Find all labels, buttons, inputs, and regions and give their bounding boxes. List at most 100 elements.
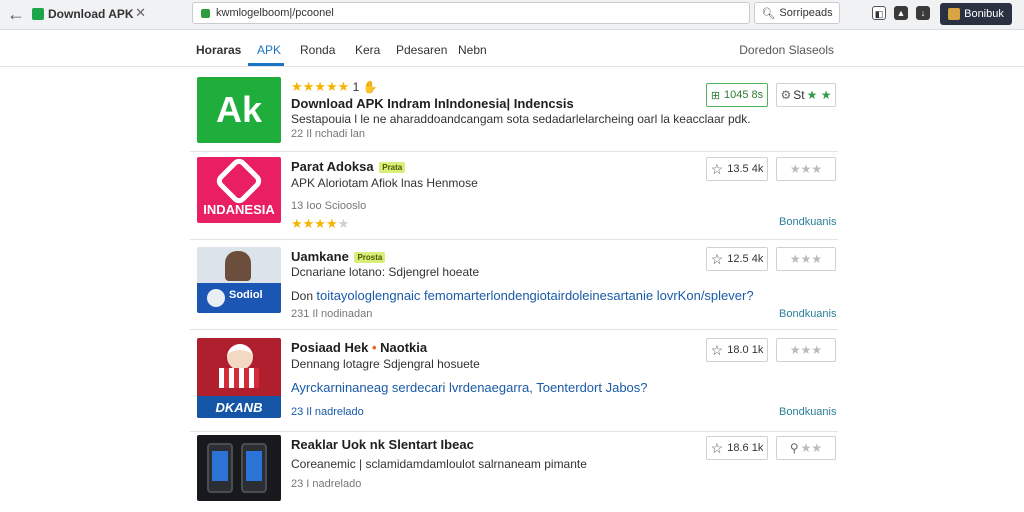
stars-on: ★★★★ bbox=[291, 216, 338, 231]
browser-toolbar: ← Download APK ✕ kwmlogelboom|/pcoonel 🔍… bbox=[0, 0, 1024, 30]
download-icon[interactable]: ↓ bbox=[916, 6, 930, 20]
list-item[interactable]: INDANESIA Parat Adoksa Prata APK Aloriot… bbox=[190, 152, 838, 240]
download-count-button[interactable]: ⊞ 1045 8s bbox=[706, 83, 768, 107]
app-title[interactable]: Reaklar Uok nk Slentart Ibeac bbox=[291, 437, 474, 452]
list-item[interactable]: Sodiol Uamkane Prosta Dcnariane lotano: … bbox=[190, 240, 838, 330]
person-image bbox=[227, 344, 253, 370]
app-thumbnail[interactable]: DKANB bbox=[197, 338, 281, 418]
rate-button[interactable]: ★★★ bbox=[776, 247, 836, 271]
nav-right-link[interactable]: Doredon Slaseols bbox=[739, 43, 834, 57]
active-tab-indicator bbox=[248, 63, 284, 66]
nav-item-apk[interactable]: APK bbox=[257, 43, 281, 57]
app-title[interactable]: Posiaad Hek • Naotkia bbox=[291, 340, 427, 355]
thumbnail-shirt bbox=[219, 368, 259, 388]
tab-close-icon[interactable]: ✕ bbox=[135, 5, 146, 21]
download-count-button[interactable]: ☆ 12.5 4k bbox=[706, 247, 768, 271]
app-title-suffix: Naotkia bbox=[380, 340, 428, 355]
download-count: 18.6 1k bbox=[727, 442, 764, 454]
star-outline-icon: ☆ bbox=[710, 250, 724, 267]
nav-item-pdesaren[interactable]: Pdesaren bbox=[396, 43, 447, 57]
app-title[interactable]: Download APK Indram lnIndonesia| Indencs… bbox=[291, 96, 574, 111]
star-outline-icon: ☆ bbox=[710, 341, 724, 358]
star-rating: ★★★★★ bbox=[291, 216, 349, 232]
rate-button[interactable]: ⚲ ★★ bbox=[776, 436, 836, 460]
nav-item-nebn[interactable]: Nebn bbox=[458, 43, 487, 57]
rate-button[interactable]: ★★★ bbox=[776, 338, 836, 362]
list-item[interactable]: Ak ★★★★★ 1 ✋ Download APK Indram lnIndon… bbox=[190, 70, 838, 152]
rate-stars: ★★ bbox=[800, 441, 823, 455]
address-text: kwmlogelboom|/pcoonel bbox=[216, 7, 334, 19]
download-count-button[interactable]: ☆ 13.5 4k bbox=[706, 157, 768, 181]
app-thumbnail[interactable]: Sodiol bbox=[197, 247, 281, 313]
category-nav: Horaras APK Ronda Kera Pdesaren Nebn Dor… bbox=[0, 31, 1024, 67]
app-title[interactable]: Parat Adoksa Prata bbox=[291, 159, 406, 174]
avatar bbox=[948, 8, 961, 20]
rate-stars: ★★★ bbox=[789, 162, 823, 176]
star-outline-icon: ☆ bbox=[710, 439, 724, 456]
pin-icon: ⚲ bbox=[789, 441, 799, 455]
rate-button[interactable]: ⚙ St ★ ★ bbox=[776, 83, 836, 107]
app-thumbnail[interactable]: INDANESIA bbox=[197, 157, 281, 223]
download-icon: ⊞ bbox=[710, 89, 721, 102]
tab-title: Download APK bbox=[48, 7, 134, 21]
app-description: Coreanemic | sclamidamdamloulot salrnane… bbox=[291, 457, 587, 471]
thumbnail-label: DKANB bbox=[215, 400, 263, 415]
nav-item-ronda[interactable]: Ronda bbox=[300, 43, 335, 57]
list-item[interactable]: Reaklar Uok nk Slentart Ibeac Coreanemic… bbox=[190, 432, 838, 502]
browser-tab[interactable]: Download APK ✕ bbox=[32, 3, 150, 25]
app-title-text: Posiaad Hek bbox=[291, 340, 369, 355]
bookmark-link[interactable]: Bondkuanis bbox=[779, 308, 837, 320]
app-meta: 22 Il nchadi lan bbox=[291, 128, 365, 140]
search-label: Sorripeads bbox=[779, 7, 833, 19]
dot-icon: • bbox=[371, 340, 377, 355]
settings-icon: ⚙ bbox=[780, 88, 792, 102]
star-icon: ★ ★ bbox=[806, 88, 832, 102]
tab-favicon-icon bbox=[32, 8, 44, 20]
list-item[interactable]: DKANB Posiaad Hek • Naotkia Dennang lota… bbox=[190, 330, 838, 432]
search-button[interactable]: 🔍︎ Sorripeads bbox=[754, 2, 840, 24]
profile-button[interactable]: Bonibuk bbox=[940, 3, 1012, 25]
rating-count: 1 bbox=[352, 80, 360, 94]
download-count: 1045 8s bbox=[724, 89, 764, 101]
bookmark-link[interactable]: Bondkuanis bbox=[779, 406, 837, 418]
download-count: 18.0 1k bbox=[727, 344, 764, 356]
app-meta: 13 Ioo Sciooslo bbox=[291, 200, 367, 212]
person-image bbox=[225, 251, 251, 281]
app-title[interactable]: Uamkane Prosta bbox=[291, 249, 386, 264]
star-rating: ★★★★★ bbox=[291, 79, 350, 94]
thumbnail-label: Sodiol bbox=[229, 289, 263, 301]
app-thumbnail[interactable] bbox=[197, 435, 281, 501]
download-count: 13.5 4k bbox=[727, 163, 764, 175]
app-title-text: Uamkane bbox=[291, 249, 349, 264]
question-link[interactable]: toitayologlengnaic femomarterlondengiota… bbox=[316, 288, 753, 303]
app-question[interactable]: Don toitayologlengnaic femomarterlondeng… bbox=[291, 288, 754, 303]
nav-item-kera[interactable]: Kera bbox=[355, 43, 380, 57]
seal-icon bbox=[207, 289, 225, 307]
download-count: 12.5 4k bbox=[727, 253, 764, 265]
download-count-button[interactable]: ☆ 18.0 1k bbox=[706, 338, 768, 362]
app-meta: 231 Il nodinadan bbox=[291, 308, 373, 320]
address-bar[interactable]: kwmlogelboom|/pcoonel bbox=[192, 2, 750, 24]
app-description: Dennang lotagre Sdjengral hosuete bbox=[291, 357, 480, 371]
rate-stars: ★★★ bbox=[789, 252, 823, 266]
rocket-icon[interactable]: ▲ bbox=[894, 6, 908, 20]
rate-button[interactable]: ★★★ bbox=[776, 157, 836, 181]
app-thumbnail[interactable]: Ak bbox=[197, 77, 281, 143]
app-description: APK Aloriotam Afiok lnas Henmose bbox=[291, 176, 478, 190]
app-meta: 23 Il nadrelado bbox=[291, 406, 364, 418]
shield-icon[interactable]: ◧ bbox=[872, 6, 886, 20]
app-list: Ak ★★★★★ 1 ✋ Download APK Indram lnIndon… bbox=[190, 70, 838, 502]
logo-icon bbox=[213, 157, 265, 207]
app-description: Sestapouia l le ne aharaddoandcangam sot… bbox=[291, 112, 751, 126]
search-icon: 🔍︎ bbox=[761, 7, 776, 20]
download-count-button[interactable]: ☆ 18.6 1k bbox=[706, 436, 768, 460]
question-link[interactable]: Ayrckarninaneag serdecari lvrdenaegarra,… bbox=[291, 380, 648, 395]
badge: Prosta bbox=[354, 252, 386, 264]
nav-item-home[interactable]: Horaras bbox=[196, 43, 241, 57]
badge: Prata bbox=[379, 162, 406, 174]
bookmark-link[interactable]: Bondkuanis bbox=[779, 216, 837, 228]
back-arrow-icon[interactable]: ← bbox=[6, 4, 26, 24]
rating-line: ★★★★★ 1 ✋ bbox=[291, 79, 378, 95]
rate-stars: ★★★ bbox=[789, 343, 823, 357]
question-prefix: Don bbox=[291, 289, 314, 303]
